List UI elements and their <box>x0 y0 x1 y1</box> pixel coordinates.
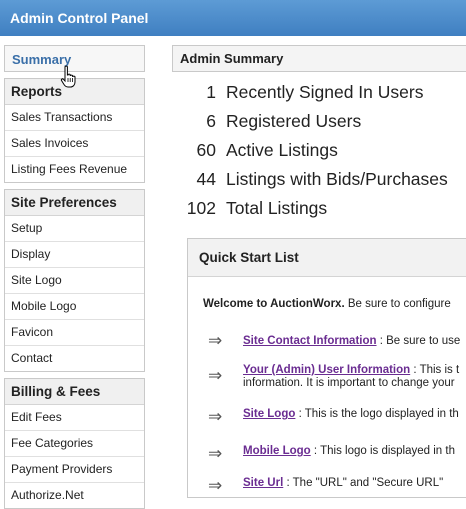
quick-start-item: ⇒ Site Contact Information : Be sure to … <box>208 331 460 351</box>
summary-stats: 1 Recently Signed In Users 6 Registered Us… <box>172 78 466 223</box>
sidebar-item-listing-fees-revenue[interactable]: Listing Fees Revenue <box>5 157 144 182</box>
stat-row: 102 Total Listings <box>172 194 466 223</box>
right-arrow-icon: ⇒ <box>208 407 223 426</box>
quick-start-item: ⇒ Your (Admin) User Information : This i… <box>208 364 459 389</box>
quick-start-item-text: : The "URL" and "Secure URL" <box>283 477 444 489</box>
stat-label: Total Listings <box>226 198 328 218</box>
stat-row: 44 Listings with Bids/Purchases <box>172 165 466 194</box>
sidebar-item-favicon[interactable]: Favicon <box>5 320 144 346</box>
stat-row: 1 Recently Signed In Users <box>172 78 466 107</box>
sidebar-item-site-logo[interactable]: Site Logo <box>5 268 144 294</box>
sidebar-item-fee-categories[interactable]: Fee Categories <box>5 431 144 457</box>
sidebar-group-site-preferences: Site Preferences Setup Display Site Logo… <box>4 189 145 372</box>
welcome-text: Welcome to AuctionWorx. Be sure to confi… <box>203 298 451 310</box>
stat-value: 6 <box>206 111 216 131</box>
stat-row: 6 Registered Users <box>172 107 466 136</box>
stat-value: 102 <box>186 198 216 218</box>
site-logo-link[interactable]: Site Logo <box>243 408 295 420</box>
sidebar-group-title: Billing & Fees <box>5 379 144 405</box>
right-arrow-icon: ⇒ <box>208 331 223 350</box>
stat-value: 60 <box>196 140 216 160</box>
right-arrow-icon: ⇒ <box>208 444 223 463</box>
sidebar-item-summary[interactable]: Summary <box>4 45 145 88</box>
quick-start-panel: Quick Start List Welcome to AuctionWorx.… <box>187 238 466 498</box>
sidebar-item-contact[interactable]: Contact <box>5 346 144 371</box>
hand-cursor-icon <box>60 65 76 88</box>
welcome-rest: Be sure to configure <box>344 298 451 310</box>
sidebar-item-display[interactable]: Display <box>5 242 144 268</box>
quick-start-item-text: : Be sure to use <box>376 335 461 347</box>
sidebar-item-sales-invoices[interactable]: Sales Invoices <box>5 131 144 157</box>
quick-start-item-text-cont: information. It is important to change y… <box>243 377 455 389</box>
sidebar-group-reports: Reports Sales Transactions Sales Invoice… <box>4 78 145 183</box>
stat-value: 44 <box>196 169 216 189</box>
quick-start-item: ⇒ Site Url : The "URL" and "Secure URL" <box>208 476 443 496</box>
sidebar-item-authorize-net[interactable]: Authorize.Net <box>5 483 144 508</box>
sidebar-item-mobile-logo[interactable]: Mobile Logo <box>5 294 144 320</box>
right-arrow-icon: ⇒ <box>208 366 223 385</box>
mobile-logo-link[interactable]: Mobile Logo <box>243 445 311 457</box>
main-panel: Admin Summary 1 Recently Signed In Users … <box>172 45 466 223</box>
stat-value: 1 <box>206 82 216 102</box>
quick-start-item-text: : This is the logo displayed in th <box>295 408 459 420</box>
right-arrow-icon: ⇒ <box>208 476 223 495</box>
quick-start-item: ⇒ Mobile Logo : This logo is displayed i… <box>208 444 455 464</box>
quick-start-item-text: : This is t <box>410 364 460 376</box>
sidebar-item-edit-fees[interactable]: Edit Fees <box>5 405 144 431</box>
welcome-bold: Welcome to AuctionWorx. <box>203 298 345 310</box>
stat-label: Active Listings <box>226 140 338 160</box>
sidebar-item-setup[interactable]: Setup <box>5 216 144 242</box>
stat-label: Registered Users <box>226 111 362 131</box>
site-contact-info-link[interactable]: Site Contact Information <box>243 335 377 347</box>
page-title: Admin Summary <box>172 45 466 72</box>
stat-label: Listings with Bids/Purchases <box>226 169 448 189</box>
quick-start-body: Welcome to AuctionWorx. Be sure to confi… <box>188 277 466 497</box>
stat-label: Recently Signed In Users <box>226 82 424 102</box>
quick-start-title: Quick Start List <box>188 239 466 277</box>
site-url-link[interactable]: Site Url <box>243 477 283 489</box>
admin-user-info-link[interactable]: Your (Admin) User Information <box>243 364 410 376</box>
sidebar-item-sales-transactions[interactable]: Sales Transactions <box>5 105 144 131</box>
sidebar: Summary Reports Sales Transactions Sales… <box>4 45 145 509</box>
sidebar-group-billing-fees: Billing & Fees Edit Fees Fee Categories … <box>4 378 145 509</box>
sidebar-item-payment-providers[interactable]: Payment Providers <box>5 457 144 483</box>
quick-start-item-text: : This logo is displayed in th <box>310 445 455 457</box>
window-title: Admin Control Panel <box>0 0 466 36</box>
sidebar-group-title: Site Preferences <box>5 190 144 216</box>
stat-row: 60 Active Listings <box>172 136 466 165</box>
quick-start-item: ⇒ Site Logo : This is the logo displayed… <box>208 407 459 427</box>
